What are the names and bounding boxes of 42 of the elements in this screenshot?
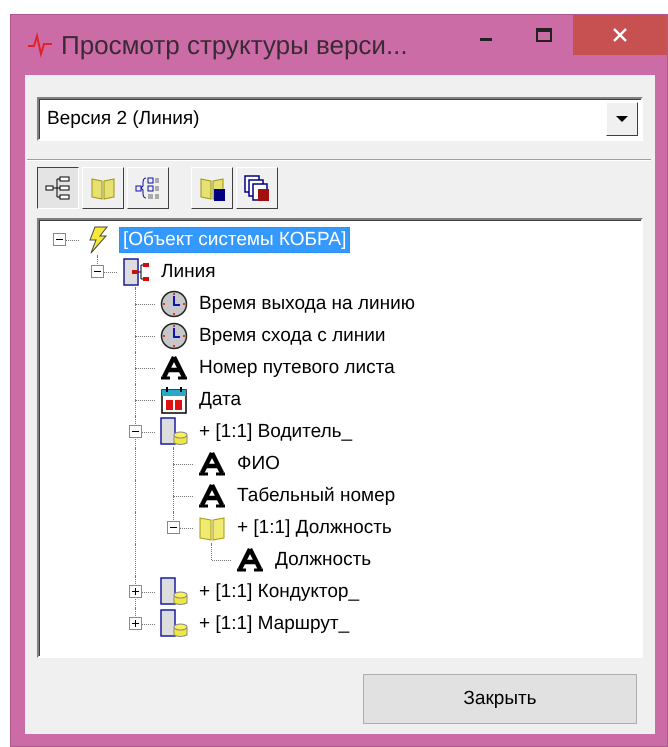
close-icon [612,27,628,43]
tree-item[interactable]: + [1:1] Водитель_ [195,419,356,445]
pulse-icon [27,32,53,58]
collapse-icon[interactable] [129,425,142,438]
calendar-icon [161,386,187,414]
dropdown-arrow-icon [615,115,629,123]
tree-item[interactable]: + [1:1] Должность [233,515,396,541]
tree-item[interactable]: Время выхода на линию [195,291,419,317]
table-database-icon [159,577,189,607]
tree-diagram-icon [44,174,72,202]
version-dropdown[interactable]: Версия 2 (Линия) [37,97,643,141]
clock-icon [160,322,188,350]
collapse-icon[interactable] [53,233,66,246]
close-button[interactable]: Закрыть [363,674,637,724]
table-database-icon [159,609,189,639]
entity-icon [122,258,150,286]
pages-badge-icon [243,174,271,202]
new-book-button[interactable] [191,167,233,209]
tree-item[interactable]: ФИО [233,451,284,477]
collapse-icon[interactable] [167,521,180,534]
table-database-icon [159,417,189,447]
new-pages-button[interactable] [236,167,278,209]
tree-view-button[interactable] [37,167,79,209]
book-button[interactable] [82,167,124,209]
tree-item[interactable]: Дата [195,387,246,413]
minimize-icon [480,38,492,40]
close-window-button[interactable] [573,15,667,55]
tree-item[interactable]: + [1:1] Маршрут_ [195,611,354,637]
clock-icon [160,290,188,318]
tree-item[interactable]: Линия [157,259,220,285]
maximize-icon [535,27,553,43]
tree-item[interactable]: Должность [271,547,376,573]
tree-item[interactable]: Табельный номер [233,483,400,509]
book-icon [197,514,227,542]
tree-item[interactable]: + [1:1] Кондуктор_ [195,579,364,605]
tree-item[interactable]: Время схода с линии [195,323,390,349]
window-title: Просмотр структуры верси... [61,30,408,60]
fields-view-button[interactable] [127,167,169,209]
expand-icon[interactable] [129,585,142,598]
tree-item[interactable]: Номер путевого листа [195,355,399,381]
expand-icon[interactable] [129,617,142,630]
collapse-icon[interactable] [91,265,104,278]
